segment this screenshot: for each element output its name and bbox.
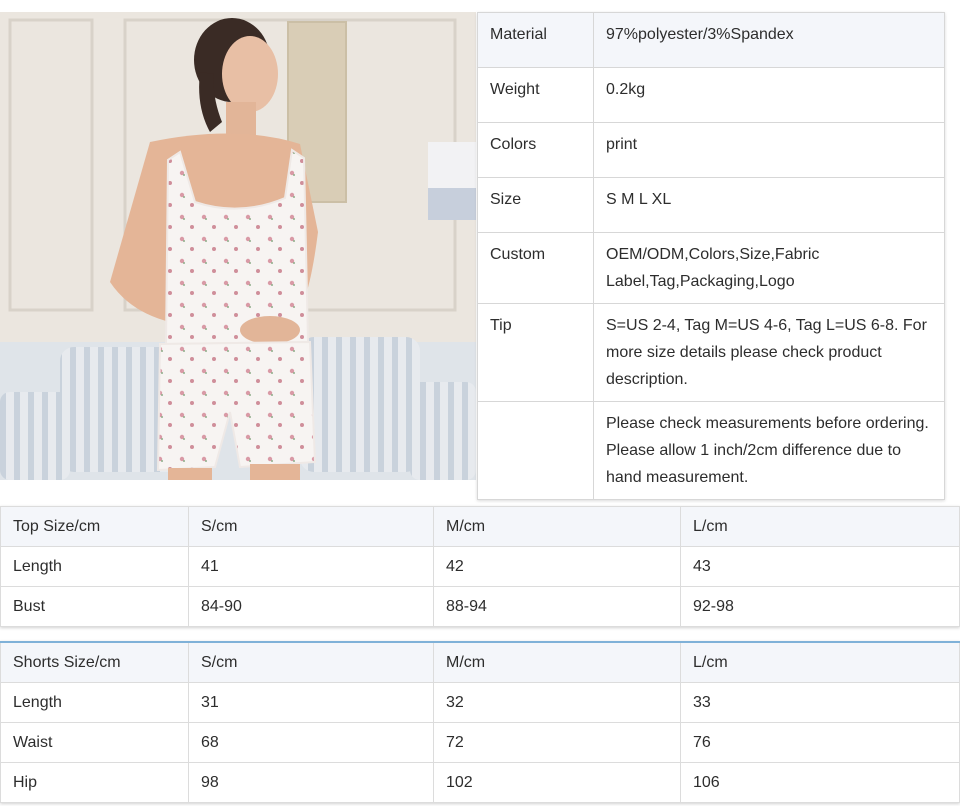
product-photo: [0, 12, 476, 480]
table-cell: Length: [0, 682, 189, 723]
table-row: Hip 98 102 106: [0, 762, 960, 803]
table-cell: Waist: [0, 722, 189, 763]
table-row: Waist 68 72 76: [0, 722, 960, 763]
spec-label: Colors: [477, 122, 594, 178]
table-cell: Length: [0, 546, 189, 587]
header-cell: L/cm: [680, 506, 960, 547]
header-cell: Shorts Size/cm: [0, 641, 189, 683]
header-cell: S/cm: [188, 641, 434, 683]
table-cell: 43: [680, 546, 960, 587]
table-cell: 84-90: [188, 586, 434, 627]
table-cell: 76: [680, 722, 960, 763]
spec-value: 97%polyester/3%Spandex: [593, 12, 945, 68]
spec-value: S=US 2-4, Tag M=US 4-6, Tag L=US 6-8. Fo…: [593, 303, 945, 402]
table-row: Length 31 32 33: [0, 682, 960, 723]
spec-label: [477, 401, 594, 500]
spec-value: S M L XL: [593, 177, 945, 233]
table-cell: 102: [433, 762, 681, 803]
shorts-size-table: Shorts Size/cm S/cm M/cm L/cm Length 31 …: [0, 641, 960, 803]
header-cell: Top Size/cm: [0, 506, 189, 547]
table-cell: 42: [433, 546, 681, 587]
table-cell: 31: [188, 682, 434, 723]
table-cell: 88-94: [433, 586, 681, 627]
spec-label: Weight: [477, 67, 594, 123]
table-header-row: Shorts Size/cm S/cm M/cm L/cm: [0, 641, 960, 683]
spec-row-size: Size S M L XL: [477, 177, 945, 233]
spec-row-tip: Tip S=US 2-4, Tag M=US 4-6, Tag L=US 6-8…: [477, 303, 945, 402]
spec-row-colors: Colors print: [477, 122, 945, 178]
table-cell: 92-98: [680, 586, 960, 627]
header-cell: M/cm: [433, 641, 681, 683]
table-header-row: Top Size/cm S/cm M/cm L/cm: [0, 506, 960, 547]
spec-value: OEM/ODM,Colors,Size,Fabric Label,Tag,Pac…: [593, 232, 945, 304]
spec-row-custom: Custom OEM/ODM,Colors,Size,Fabric Label,…: [477, 232, 945, 304]
spec-value: print: [593, 122, 945, 178]
table-cell: 41: [188, 546, 434, 587]
header-cell: S/cm: [188, 506, 434, 547]
table-cell: 32: [433, 682, 681, 723]
spec-row-note: Please check measurements before orderin…: [477, 401, 945, 500]
spec-value: Please check measurements before orderin…: [593, 401, 945, 500]
table-cell: 68: [188, 722, 434, 763]
table-cell: 98: [188, 762, 434, 803]
table-row: Length 41 42 43: [0, 546, 960, 587]
spec-table: Material 97%polyester/3%Spandex Weight 0…: [477, 12, 945, 500]
spec-label: Custom: [477, 232, 594, 304]
product-photo-illustration: [0, 12, 476, 480]
spec-row-material: Material 97%polyester/3%Spandex: [477, 12, 945, 68]
table-cell: 72: [433, 722, 681, 763]
table-cell: Bust: [0, 586, 189, 627]
top-size-table: Top Size/cm S/cm M/cm L/cm Length 41 42 …: [0, 506, 960, 627]
spec-label: Tip: [477, 303, 594, 402]
table-cell: 33: [680, 682, 960, 723]
header-cell: M/cm: [433, 506, 681, 547]
spec-value: 0.2kg: [593, 67, 945, 123]
table-cell: Hip: [0, 762, 189, 803]
spec-row-weight: Weight 0.2kg: [477, 67, 945, 123]
spec-label: Size: [477, 177, 594, 233]
spec-label: Material: [477, 12, 594, 68]
table-cell: 106: [680, 762, 960, 803]
header-cell: L/cm: [680, 641, 960, 683]
table-row: Bust 84-90 88-94 92-98: [0, 586, 960, 627]
